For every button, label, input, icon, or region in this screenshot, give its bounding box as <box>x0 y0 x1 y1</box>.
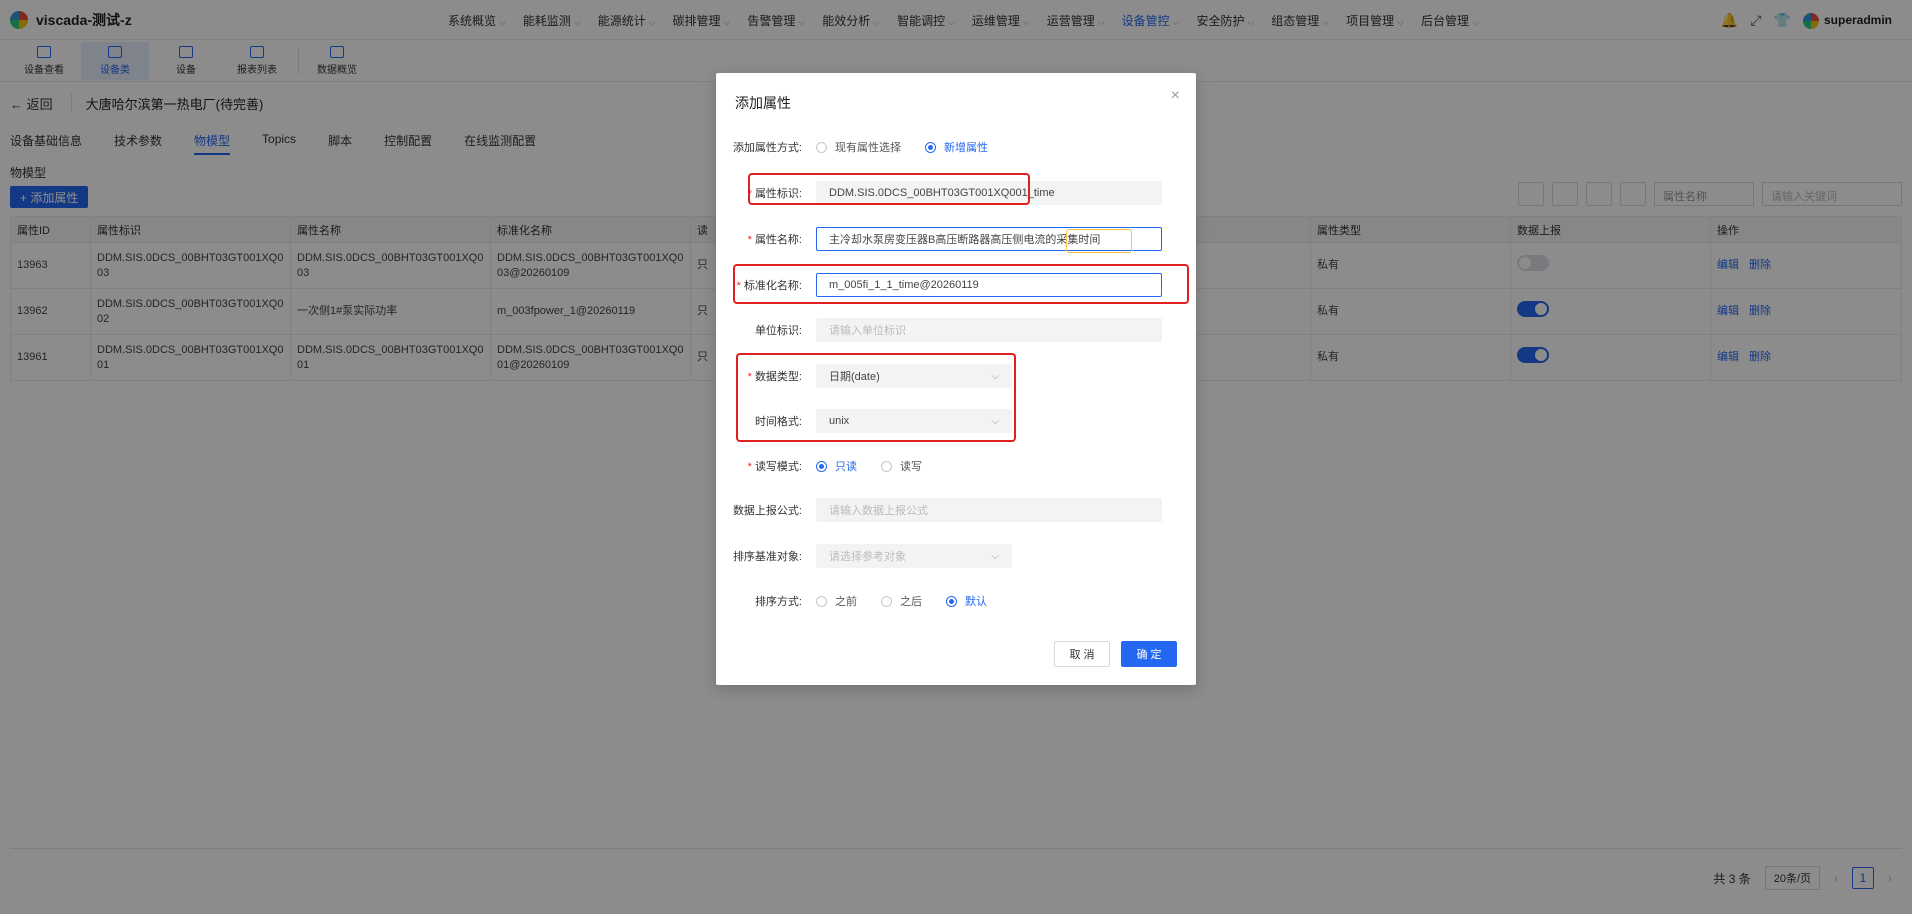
form-row-unit: 单位标识: 请输入单位标识 <box>716 317 1196 343</box>
unit-field[interactable]: 请输入单位标识 <box>816 318 1162 342</box>
radio-new-attribute[interactable]: 新增属性 <box>925 139 988 155</box>
radio-dot <box>881 595 892 607</box>
rw-label: * 读写模式: <box>747 461 802 473</box>
radio-dot <box>946 595 957 607</box>
reference-object-select[interactable]: 请选择参考对象 ⌵ <box>816 544 1012 568</box>
radio-dot <box>925 141 936 153</box>
rw-radio-group: 只读 读写 <box>816 458 946 474</box>
radio-dot <box>816 460 827 472</box>
add-attribute-dialog: 添加属性 × 添加属性方式: 现有属性选择 新增属性 * 属性标识: DDM.SI… <box>716 73 1196 685</box>
order-radio-group: 之前 之后 默认 <box>816 593 1011 609</box>
close-icon[interactable]: × <box>1171 87 1180 105</box>
radio-before[interactable]: 之前 <box>816 593 857 609</box>
highlight-box <box>736 353 1016 442</box>
name-label: * 属性名称: <box>747 234 802 246</box>
highlight-box <box>1066 229 1132 253</box>
radio-dot <box>816 595 827 607</box>
order-label: 排序方式: <box>754 596 802 608</box>
highlight-box <box>733 264 1189 304</box>
ref-label: 排序基准对象: <box>732 551 802 563</box>
radio-dot <box>881 460 892 472</box>
form-row-mode: 添加属性方式: 现有属性选择 新增属性 <box>716 134 1196 160</box>
mode-label: 添加属性方式: <box>732 142 802 154</box>
radio-read-only[interactable]: 只读 <box>816 458 857 474</box>
report-formula-field[interactable]: 请输入数据上报公式 <box>816 498 1162 522</box>
form-row-ref: 排序基准对象: 请选择参考对象 ⌵ <box>716 543 1196 569</box>
confirm-button[interactable]: 确 定 <box>1121 641 1177 667</box>
cancel-button[interactable]: 取 消 <box>1054 641 1110 667</box>
radio-default[interactable]: 默认 <box>946 593 987 609</box>
form-row-rw: * 读写模式: 只读 读写 <box>716 453 1196 479</box>
formula-label: 数据上报公式: <box>732 505 802 517</box>
form-row-formula: 数据上报公式: 请输入数据上报公式 <box>716 497 1196 523</box>
chevron-down-icon: ⌵ <box>991 550 999 562</box>
form-row-order: 排序方式: 之前 之后 默认 <box>716 588 1196 614</box>
radio-after[interactable]: 之后 <box>881 593 922 609</box>
unit-label: 单位标识: <box>754 325 802 337</box>
dialog-title: 添加属性 <box>735 95 791 111</box>
mode-radio-group: 现有属性选择 新增属性 <box>816 139 1012 155</box>
radio-dot <box>816 141 827 153</box>
radio-read-write[interactable]: 读写 <box>881 458 922 474</box>
highlight-box <box>748 173 1030 205</box>
radio-existing-attribute[interactable]: 现有属性选择 <box>816 139 901 155</box>
